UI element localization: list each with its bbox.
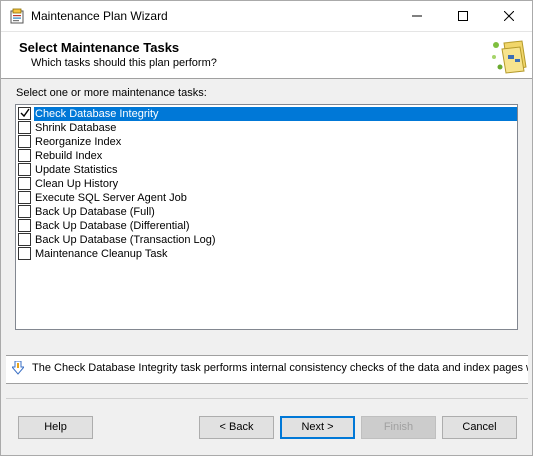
task-checklist[interactable]: Check Database Integrity Shrink Database…: [15, 104, 518, 330]
task-item-maintenance-cleanup[interactable]: Maintenance Cleanup Task: [17, 247, 520, 261]
task-label: Update Statistics: [35, 164, 118, 176]
task-checkbox[interactable]: [18, 149, 31, 162]
page-title: Select Maintenance Tasks: [19, 40, 180, 55]
task-item-check-database-integrity[interactable]: Check Database Integrity: [17, 107, 520, 121]
maximize-icon: [458, 11, 468, 21]
title-bar[interactable]: Maintenance Plan Wizard: [1, 1, 532, 32]
task-label: Execute SQL Server Agent Job: [35, 192, 187, 204]
task-item-update-statistics[interactable]: Update Statistics: [17, 163, 520, 177]
maximize-button[interactable]: [440, 1, 486, 31]
task-item-shrink-database[interactable]: Shrink Database: [17, 121, 520, 135]
minimize-button[interactable]: [394, 1, 440, 31]
task-checkbox[interactable]: [18, 205, 31, 218]
back-button[interactable]: < Back: [199, 416, 274, 439]
task-item-rebuild-index[interactable]: Rebuild Index: [17, 149, 520, 163]
cancel-button[interactable]: Cancel: [442, 416, 517, 439]
task-checkbox[interactable]: [18, 107, 31, 120]
info-arrow-icon: [12, 361, 24, 375]
task-checkbox[interactable]: [18, 121, 31, 134]
task-label: Reorganize Index: [35, 136, 122, 148]
task-label: Clean Up History: [35, 178, 119, 190]
task-item-backup-transaction-log[interactable]: Back Up Database (Transaction Log): [17, 233, 520, 247]
check-icon: [20, 108, 30, 118]
button-separator: [6, 398, 528, 399]
task-checkbox[interactable]: [18, 191, 31, 204]
task-checkbox[interactable]: [18, 177, 31, 190]
help-button[interactable]: Help: [18, 416, 93, 439]
task-item-backup-differential[interactable]: Back Up Database (Differential): [17, 219, 520, 233]
window-title: Maintenance Plan Wizard: [31, 9, 168, 23]
wizard-folder-icon: [492, 40, 527, 74]
close-button[interactable]: [486, 1, 532, 31]
task-label: Check Database Integrity: [34, 107, 517, 121]
task-checkbox[interactable]: [18, 135, 31, 148]
task-label: Back Up Database (Full): [35, 206, 155, 218]
task-label: Back Up Database (Differential): [35, 220, 190, 232]
task-item-reorganize-index[interactable]: Reorganize Index: [17, 135, 520, 149]
task-list-prompt: Select one or more maintenance tasks:: [16, 87, 207, 99]
task-description-panel: The Check Database Integrity task perfor…: [6, 355, 528, 384]
page-subtitle: Which tasks should this plan perform?: [31, 57, 217, 69]
maintenance-plan-wizard-window: Maintenance Plan Wizard Select Maintenan…: [0, 0, 533, 456]
task-label: Shrink Database: [35, 122, 117, 134]
task-label: Maintenance Cleanup Task: [35, 248, 168, 260]
task-description-text: The Check Database Integrity task perfor…: [32, 362, 528, 374]
task-item-clean-up-history[interactable]: Clean Up History: [17, 177, 520, 191]
task-label: Back Up Database (Transaction Log): [35, 234, 216, 246]
next-button[interactable]: Next >: [280, 416, 355, 439]
finish-button: Finish: [361, 416, 436, 439]
close-icon: [504, 11, 514, 21]
task-item-execute-agent-job[interactable]: Execute SQL Server Agent Job: [17, 191, 520, 205]
task-checkbox[interactable]: [18, 247, 31, 260]
task-checkbox[interactable]: [18, 219, 31, 232]
task-checkbox[interactable]: [18, 163, 31, 176]
task-checkbox[interactable]: [18, 233, 31, 246]
task-label: Rebuild Index: [35, 150, 103, 162]
minimize-icon: [412, 15, 422, 17]
wizard-header: Select Maintenance Tasks Which tasks sho…: [1, 32, 532, 79]
wizard-app-icon: [10, 8, 24, 24]
task-item-backup-full[interactable]: Back Up Database (Full): [17, 205, 520, 219]
